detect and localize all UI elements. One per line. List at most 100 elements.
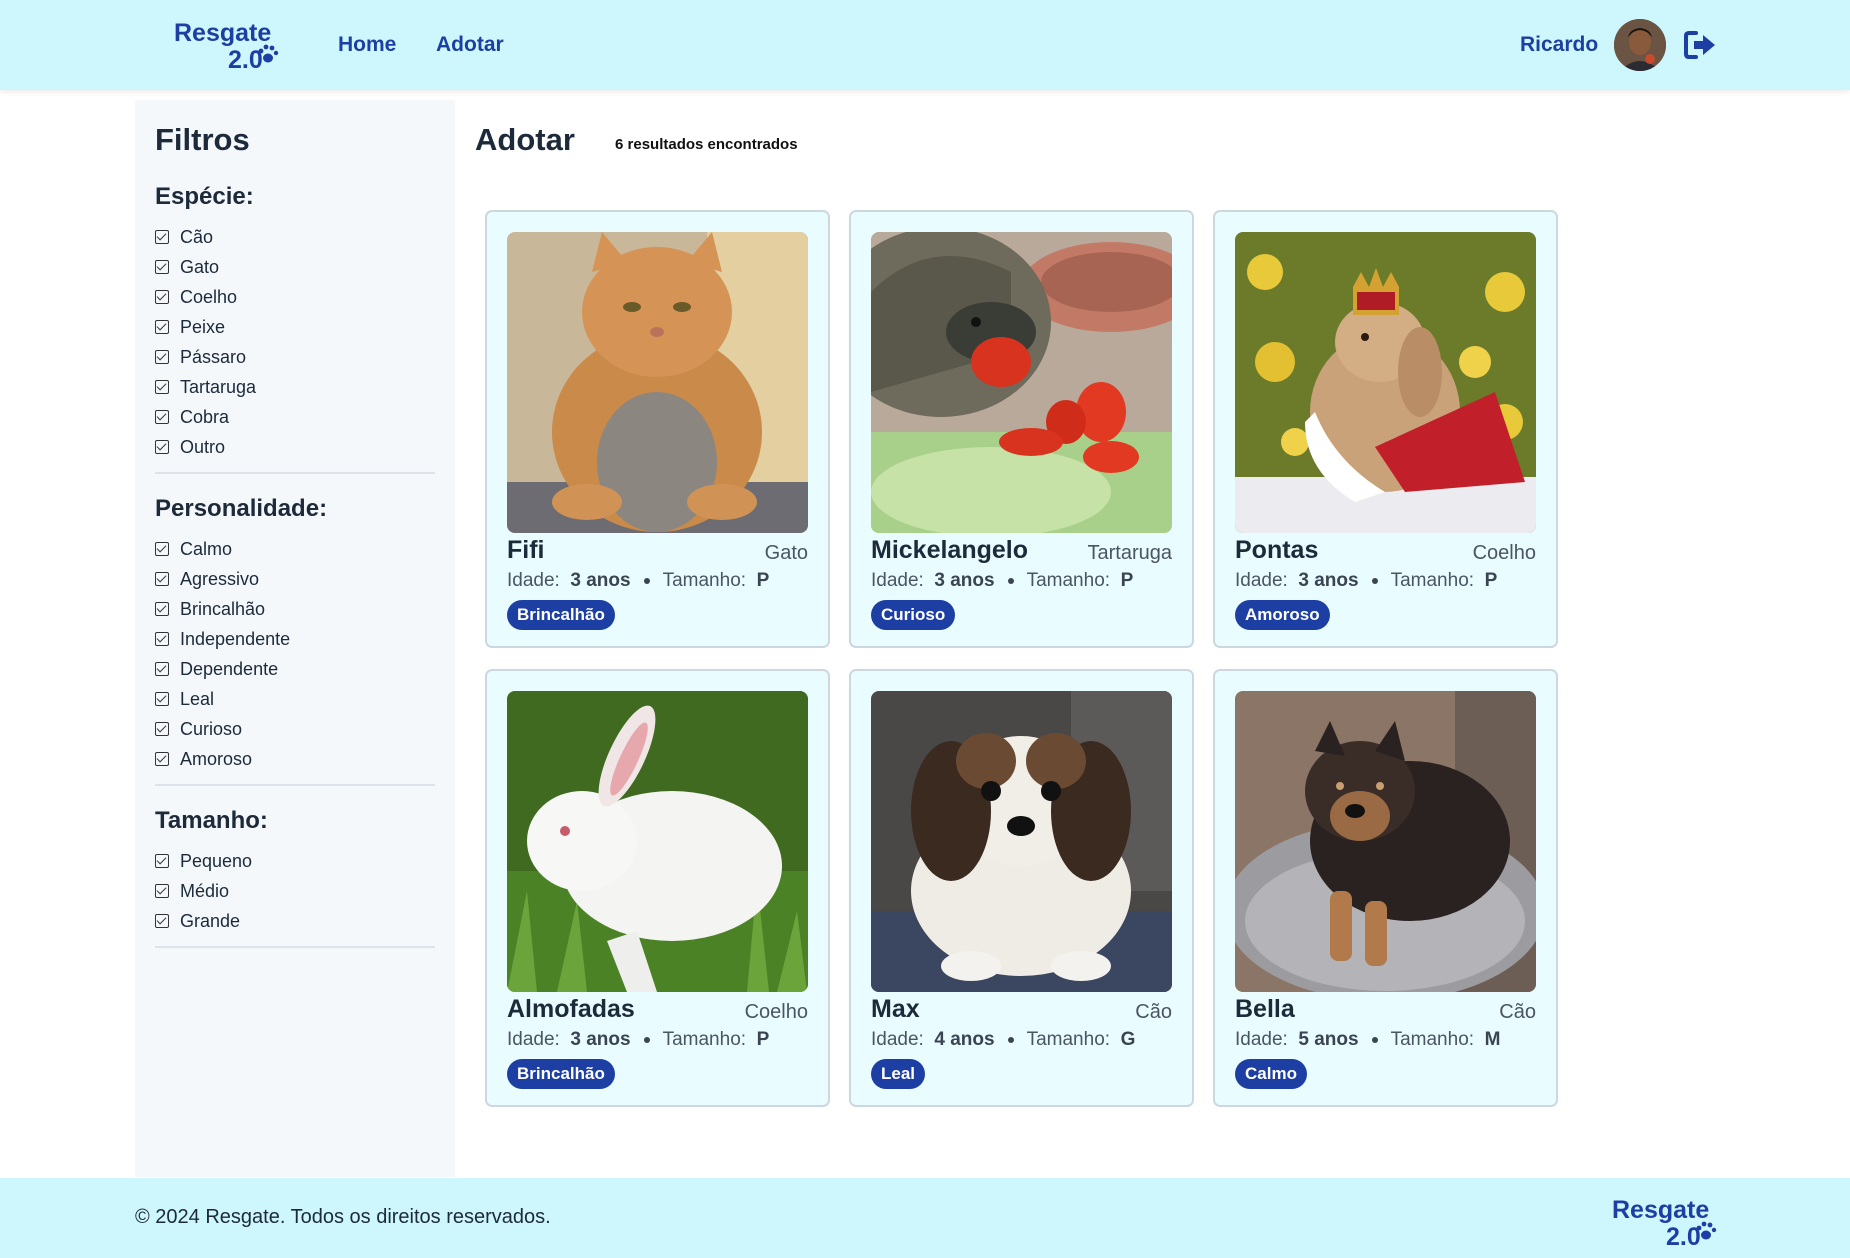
size-label: Tamanho: — [662, 570, 747, 591]
checkbox-checked[interactable] — [155, 260, 169, 274]
filter-option-passaro[interactable]: Pássaro — [155, 342, 435, 372]
age-label: Idade: — [1235, 1029, 1288, 1050]
checkbox-checked[interactable] — [155, 662, 169, 676]
filter-option-calmo[interactable]: Calmo — [155, 534, 435, 564]
filter-option-label: Médio — [180, 880, 230, 901]
pet-name: Max — [871, 995, 920, 1023]
pet-age: 3 anos — [570, 570, 631, 591]
pet-info: Idade: 3 anos Tamanho: P — [1235, 570, 1497, 592]
pet-card-max[interactable]: Max Cão Idade: 4 anos Tamanho: G Leal — [849, 669, 1194, 1107]
filter-option-independente[interactable]: Independente — [155, 624, 435, 654]
pet-photo-white-rabbit[interactable] — [507, 691, 808, 992]
filter-option-agressivo[interactable]: Agressivo — [155, 564, 435, 594]
divider — [155, 472, 435, 474]
checkbox-checked[interactable] — [155, 602, 169, 616]
checkbox-checked[interactable] — [155, 290, 169, 304]
filters-title: Filtros — [155, 122, 250, 157]
results-count: 6 resultados encontrados — [615, 136, 798, 153]
filter-option-curioso[interactable]: Curioso — [155, 714, 435, 744]
logo-text: Resgate — [174, 19, 271, 47]
filter-option-label: Independente — [180, 628, 291, 649]
filter-option-label: Dependente — [180, 658, 279, 679]
pet-card-almofadas[interactable]: Almofadas Coelho Idade: 3 anos Tamanho: P… — [485, 669, 830, 1107]
pet-species: Gato — [764, 542, 808, 564]
age-label: Idade: — [507, 1029, 560, 1050]
filter-option-label: Gato — [180, 256, 220, 277]
pet-size: G — [1120, 1029, 1136, 1050]
filter-option-label: Agressivo — [180, 568, 260, 589]
filter-option-label: Curioso — [180, 718, 243, 739]
filter-option-label: Calmo — [180, 538, 233, 559]
nav-adotar[interactable]: Adotar — [436, 33, 504, 57]
logout-icon[interactable] — [1684, 30, 1718, 65]
filter-option-brincalhao[interactable]: Brincalhão — [155, 594, 435, 624]
pet-age: 3 anos — [570, 1029, 631, 1050]
pet-species: Coelho — [744, 1001, 808, 1023]
filter-option-tartaruga[interactable]: Tartaruga — [155, 372, 435, 402]
filter-option-leal[interactable]: Leal — [155, 684, 435, 714]
filter-option-dependente[interactable]: Dependente — [155, 654, 435, 684]
footer-logo[interactable]: Resgate 2.0 — [1610, 1193, 1720, 1249]
filter-option-cobra[interactable]: Cobra — [155, 402, 435, 432]
checkbox-checked[interactable] — [155, 320, 169, 334]
checkbox-checked[interactable] — [155, 440, 169, 454]
filter-option-outro[interactable]: Outro — [155, 432, 435, 462]
personality-badge: Brincalhão — [507, 1059, 615, 1089]
pet-photo-cat[interactable] — [507, 232, 808, 533]
separator-dot — [1371, 577, 1378, 584]
pet-card-bella[interactable]: Bella Cão Idade: 5 anos Tamanho: M Calmo — [1213, 669, 1558, 1107]
filter-option-peixe[interactable]: Peixe — [155, 312, 435, 342]
filter-option-label: Pequeno — [180, 850, 253, 871]
personality-badge: Curioso — [871, 600, 956, 630]
checkbox-checked[interactable] — [155, 752, 169, 766]
checkbox-checked[interactable] — [155, 230, 169, 244]
pet-size: P — [756, 570, 770, 591]
checkbox-checked[interactable] — [155, 722, 169, 736]
nav-home[interactable]: Home — [338, 33, 396, 57]
pet-card-fifi[interactable]: Fifi Gato Idade: 3 anos Tamanho: P Brinca… — [485, 210, 830, 648]
pet-species: Cão — [1499, 1001, 1536, 1023]
pet-name: Fifi — [507, 536, 545, 564]
pet-species: Tartaruga — [1087, 542, 1173, 564]
filter-option-label: Grande — [180, 910, 241, 931]
avatar[interactable] — [1614, 19, 1666, 71]
checkbox-checked[interactable] — [155, 914, 169, 928]
pet-name: Pontas — [1235, 536, 1319, 564]
pet-size: P — [1120, 570, 1134, 591]
page-title: Adotar — [475, 122, 575, 157]
user-name[interactable]: Ricardo — [1520, 33, 1598, 57]
divider — [155, 784, 435, 786]
separator-dot — [1371, 1036, 1378, 1043]
pet-age: 5 anos — [1298, 1029, 1359, 1050]
pet-age: 3 anos — [934, 570, 995, 591]
filter-option-pequeno[interactable]: Pequeno — [155, 846, 435, 876]
filter-option-cao[interactable]: Cão — [155, 222, 435, 252]
checkbox-checked[interactable] — [155, 572, 169, 586]
pet-card-pontas[interactable]: Pontas Coelho Idade: 3 anos Tamanho: P Am… — [1213, 210, 1558, 648]
pet-photo-small-dog[interactable] — [871, 691, 1172, 992]
divider — [155, 946, 435, 948]
pet-photo-rabbit-crown[interactable] — [1235, 232, 1536, 533]
resgate-logo[interactable]: Resgate 2.0 — [172, 16, 282, 72]
checkbox-checked[interactable] — [155, 854, 169, 868]
checkbox-checked[interactable] — [155, 350, 169, 364]
pet-photo-dog-bed[interactable] — [1235, 691, 1536, 992]
checkbox-checked[interactable] — [155, 692, 169, 706]
size-label: Tamanho: — [1390, 570, 1475, 591]
filter-option-coelho[interactable]: Coelho — [155, 282, 435, 312]
filter-option-gato[interactable]: Gato — [155, 252, 435, 282]
checkbox-checked[interactable] — [155, 542, 169, 556]
filters-sidebar: Filtros Espécie: Cão Gato Coelho Peixe P… — [135, 100, 455, 1177]
checkbox-checked[interactable] — [155, 380, 169, 394]
filter-option-amoroso[interactable]: Amoroso — [155, 744, 435, 774]
checkbox-checked[interactable] — [155, 632, 169, 646]
checkbox-checked[interactable] — [155, 884, 169, 898]
checkbox-checked[interactable] — [155, 410, 169, 424]
pet-photo-turtle[interactable] — [871, 232, 1172, 533]
filter-option-grande[interactable]: Grande — [155, 906, 435, 936]
pet-card-mickelangelo[interactable]: Mickelangelo Tartaruga Idade: 3 anos Tama… — [849, 210, 1194, 648]
filter-option-medio[interactable]: Médio — [155, 876, 435, 906]
age-label: Idade: — [507, 570, 560, 591]
filter-group-size: Tamanho: Pequeno Médio Grande — [155, 806, 435, 948]
personality-badge: Brincalhão — [507, 600, 615, 630]
